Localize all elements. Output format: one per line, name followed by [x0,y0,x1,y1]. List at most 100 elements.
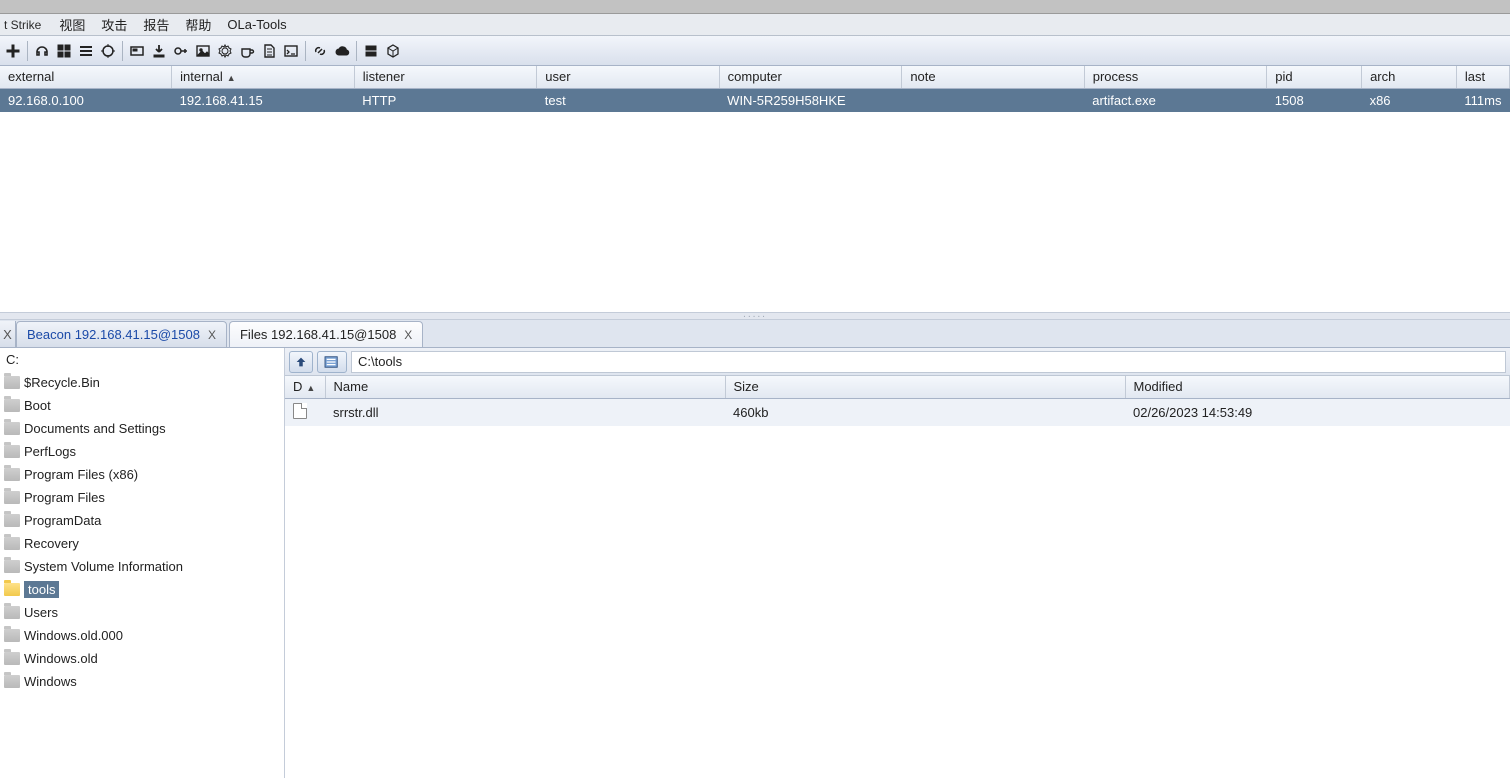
col-listener[interactable]: listener [354,66,536,88]
tab-overflow-left[interactable]: X [0,321,16,347]
terminal-icon[interactable] [280,40,302,62]
tree-node[interactable]: Windows [0,670,284,693]
tree-node[interactable]: PerfLogs [0,440,284,463]
tab-files[interactable]: Files 192.168.41.15@1508 X [229,321,423,347]
pane-splitter[interactable]: ∙∙∙∙∙ [0,312,1510,320]
tree-node-label: System Volume Information [24,559,183,574]
download-icon[interactable] [148,40,170,62]
tree-node[interactable]: tools [0,578,284,601]
col-note[interactable]: note [902,66,1084,88]
target-icon[interactable] [97,40,119,62]
folder-icon [4,537,20,550]
tree-node-label: Boot [24,398,51,413]
grid-icon[interactable] [53,40,75,62]
nav-list-button[interactable] [317,351,347,373]
menu-ola-tools[interactable]: OLa-Tools [221,15,292,34]
col-external[interactable]: external [0,66,172,88]
col-user[interactable]: user [537,66,719,88]
tree-node-label: tools [24,581,59,598]
tree-node[interactable]: Windows.old.000 [0,624,284,647]
sort-asc-icon: ▲ [306,383,315,393]
menu-bar: t Strike 视图 攻击 报告 帮助 OLa-Tools [0,14,1510,36]
cloud-icon[interactable] [331,40,353,62]
tab-strip: X Beacon 192.168.41.15@1508 X Files 192.… [0,320,1510,348]
lines-icon[interactable] [75,40,97,62]
toolbar-separator [122,41,123,61]
file-row[interactable]: srrstr.dll 460kb 02/26/2023 14:53:49 [285,398,1510,426]
col-arch[interactable]: arch [1362,66,1457,88]
folder-icon [4,606,20,619]
tree-node[interactable]: Windows.old [0,647,284,670]
beacon-row[interactable]: 92.168.0.100 192.168.41.15 HTTP test WIN… [0,88,1510,112]
tree-node[interactable]: System Volume Information [0,555,284,578]
tree-node[interactable]: Users [0,601,284,624]
cell-listener: HTTP [354,88,536,112]
col-internal[interactable]: internal▲ [172,66,355,88]
menu-view[interactable]: 视图 [53,13,91,36]
tree-node-label: $Recycle.Bin [24,375,100,390]
path-bar [285,348,1510,376]
tree-node[interactable]: Program Files (x86) [0,463,284,486]
tree-node[interactable]: $Recycle.Bin [0,371,284,394]
server-icon[interactable] [360,40,382,62]
file-icon [293,403,307,419]
cell-pid: 1508 [1267,88,1362,112]
image-icon[interactable] [192,40,214,62]
gear-icon[interactable] [214,40,236,62]
menu-report[interactable]: 报告 [137,13,175,36]
cell-arch: x86 [1362,88,1457,112]
key-icon[interactable] [170,40,192,62]
link-icon[interactable] [309,40,331,62]
tree-node-label: Recovery [24,536,79,551]
tree-node[interactable]: Documents and Settings [0,417,284,440]
close-icon[interactable]: X [208,328,216,342]
directory-tree[interactable]: C: $Recycle.Bin Boot Documents and Setting… [0,348,285,778]
menu-attack[interactable]: 攻击 [95,13,133,36]
cell-process: artifact.exe [1084,88,1267,112]
col-last[interactable]: last [1456,66,1509,88]
tree-node[interactable]: Recovery [0,532,284,555]
sort-asc-icon: ▲ [227,73,236,83]
folder-icon [4,675,20,688]
menu-help[interactable]: 帮助 [179,13,217,36]
cell-external: 92.168.0.100 [0,88,172,112]
folder-icon [4,652,20,665]
folder-icon [4,491,20,504]
tree-node-label: Windows.old [24,651,98,666]
tree-node[interactable]: Program Files [0,486,284,509]
cell-type [285,398,325,426]
nav-up-button[interactable] [289,351,313,373]
tree-root[interactable]: C: [0,348,284,371]
col-computer[interactable]: computer [719,66,902,88]
path-input[interactable] [351,351,1506,373]
file-table[interactable]: D▲ Name Size Modified srrstr.dll 460kb 0… [285,376,1510,426]
tab-beacon[interactable]: Beacon 192.168.41.15@1508 X [16,321,227,347]
col-name[interactable]: Name [325,376,725,398]
folder-icon [4,468,20,481]
tab-label: Beacon 192.168.41.15@1508 [27,327,200,342]
headset-icon[interactable] [31,40,53,62]
close-icon[interactable]: X [404,328,412,342]
folder-icon [4,422,20,435]
tree-node-label: PerfLogs [24,444,76,459]
coffee-icon[interactable] [236,40,258,62]
folder-icon [4,629,20,642]
cube-icon[interactable] [382,40,404,62]
tree-node[interactable]: Boot [0,394,284,417]
card-icon[interactable] [126,40,148,62]
plus-icon[interactable] [2,40,24,62]
tree-node[interactable]: ProgramData [0,509,284,532]
folder-icon [4,445,20,458]
toolbar-separator [305,41,306,61]
page-icon[interactable] [258,40,280,62]
col-modified[interactable]: Modified [1125,376,1510,398]
col-process[interactable]: process [1084,66,1267,88]
cell-note [902,88,1084,112]
beacon-table[interactable]: external internal▲ listener user compute… [0,66,1510,112]
col-d[interactable]: D▲ [285,376,325,398]
col-pid[interactable]: pid [1267,66,1362,88]
file-pane: D▲ Name Size Modified srrstr.dll 460kb 0… [285,348,1510,778]
tree-node-label: Windows [24,674,77,689]
col-size[interactable]: Size [725,376,1125,398]
tree-node-label: Windows.old.000 [24,628,123,643]
